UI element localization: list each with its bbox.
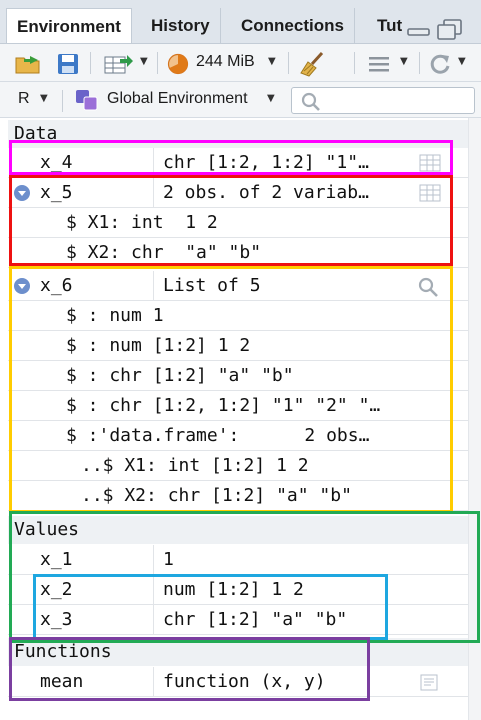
structure-row: $ : chr [1:2] "a" "b" — [8, 361, 468, 391]
search-input[interactable] — [291, 87, 475, 114]
environment-grid: Data x_4 chr [1:2, 1:2] "1"… x_5 2 obs. … — [0, 118, 481, 720]
magnifier-icon[interactable] — [418, 277, 440, 297]
table-row[interactable]: x_6 List of 5 — [8, 271, 468, 301]
search-icon — [301, 92, 320, 111]
table-row[interactable]: x_5 2 obs. of 2 variab… — [8, 178, 468, 208]
variable-name: x_2 — [8, 575, 154, 605]
variable-name: mean — [8, 667, 154, 697]
structure-row: ..$ X1: int [1:2] 1 2 — [8, 451, 468, 481]
save-workspace-icon[interactable] — [57, 53, 79, 75]
structure-text: $ : chr [1:2] "a" "b" — [66, 365, 294, 386]
variable-value: 2 obs. of 2 variab… — [163, 182, 369, 203]
structure-row: $ :'data.frame': 2 obs… — [8, 421, 468, 451]
table-row[interactable]: x_1 1 — [8, 545, 468, 575]
grid-scrollbar[interactable] — [468, 118, 481, 720]
variable-value: num [1:2] 1 2 — [163, 579, 304, 600]
grid-view-icon[interactable] — [419, 154, 441, 172]
environment-selector[interactable]: Global Environment — [107, 90, 248, 108]
table-row[interactable]: mean function (x, y) — [8, 667, 468, 697]
tab-history[interactable]: History — [141, 8, 221, 43]
environment-selector-bar: R ▼ Global Environment ▼ — [0, 82, 481, 118]
table-row[interactable]: x_4 chr [1:2, 1:2] "1"… — [8, 148, 468, 178]
memory-pie-icon[interactable] — [167, 53, 189, 75]
tab-connections[interactable]: Connections — [231, 8, 355, 43]
section-header-values: Values — [8, 516, 468, 544]
variable-value: chr [1:2, 1:2] "1"… — [163, 152, 369, 173]
broom-icon[interactable] — [300, 51, 326, 77]
structure-text: ..$ X1: int [1:2] 1 2 — [81, 455, 309, 476]
variable-name: x_5 — [8, 178, 154, 208]
variable-name: x_1 — [8, 545, 154, 575]
variable-value: 1 — [163, 549, 174, 570]
grid-view-icon[interactable] — [419, 184, 441, 202]
memory-usage-label[interactable]: 244 MiB — [196, 53, 255, 71]
structure-text: $ X2: chr "a" "b" — [66, 242, 262, 263]
table-row[interactable]: x_2 num [1:2] 1 2 — [8, 575, 468, 605]
variable-value: List of 5 — [163, 275, 261, 296]
variable-name: x_4 — [8, 148, 154, 178]
structure-text: $ :'data.frame': 2 obs… — [66, 425, 370, 446]
code-view-icon[interactable] — [418, 673, 442, 693]
structure-row: ..$ X2: chr [1:2] "a" "b" — [8, 481, 468, 511]
language-dropdown[interactable]: ▼ — [40, 93, 48, 104]
structure-row: $ : num [1:2] 1 2 — [8, 331, 468, 361]
variable-value: function (x, y) — [163, 671, 326, 692]
tab-environment[interactable]: Environment — [6, 8, 132, 43]
import-dataset-icon[interactable] — [104, 53, 134, 75]
list-view-icon[interactable] — [368, 55, 390, 73]
refresh-icon[interactable] — [428, 52, 452, 76]
structure-text: $ : num [1:2] 1 2 — [66, 335, 251, 356]
language-selector[interactable]: R — [18, 90, 30, 108]
structure-text: ..$ X2: chr [1:2] "a" "b" — [81, 485, 352, 506]
variable-name: x_6 — [8, 271, 154, 301]
variable-name: x_3 — [8, 605, 154, 635]
memory-dropdown[interactable]: ▼ — [268, 56, 276, 67]
section-header-data: Data — [8, 120, 468, 148]
structure-text: $ : chr [1:2, 1:2] "1" "2" "… — [66, 395, 381, 416]
view-mode-dropdown[interactable]: ▼ — [400, 56, 408, 67]
pane-tab-bar: Environment History Connections Tut — [0, 0, 481, 44]
structure-row: $ X2: chr "a" "b" — [8, 238, 468, 268]
environment-toolbar: ▼ 244 MiB ▼ ▼ ▼ — [0, 44, 481, 82]
structure-row: $ X1: int 1 2 — [8, 208, 468, 238]
structure-text: $ : num 1 — [66, 305, 164, 326]
environment-icon — [76, 90, 98, 111]
maximize-icon[interactable] — [436, 18, 464, 40]
section-header-functions: Functions — [8, 638, 468, 666]
structure-row: $ : num 1 — [8, 301, 468, 331]
load-workspace-icon[interactable] — [14, 52, 48, 76]
structure-row: $ : chr [1:2, 1:2] "1" "2" "… — [8, 391, 468, 421]
structure-text: $ X1: int 1 2 — [66, 212, 218, 233]
refresh-dropdown[interactable]: ▼ — [458, 56, 466, 67]
variable-value: chr [1:2] "a" "b" — [163, 609, 348, 630]
minimize-icon[interactable] — [406, 18, 432, 38]
environment-dropdown[interactable]: ▼ — [267, 93, 275, 104]
table-row[interactable]: x_3 chr [1:2] "a" "b" — [8, 605, 468, 635]
import-dataset-dropdown[interactable]: ▼ — [140, 56, 148, 67]
